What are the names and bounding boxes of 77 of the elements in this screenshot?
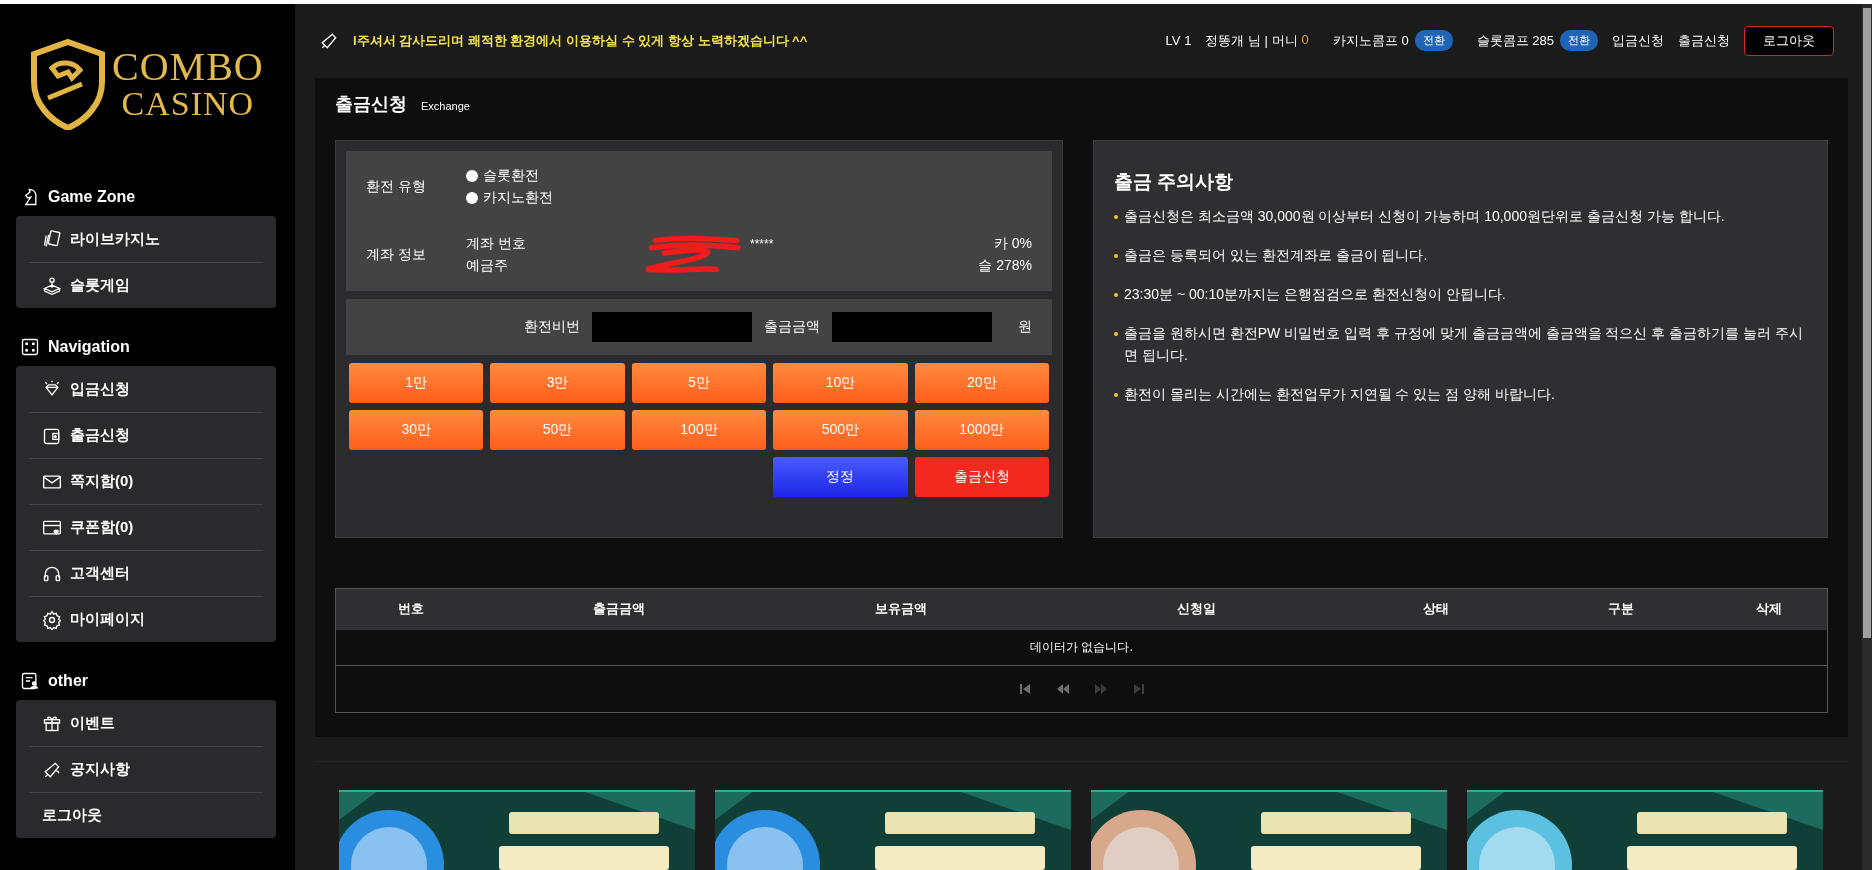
column-header: 삭제	[1755, 599, 1783, 618]
convert-button[interactable]: 전환	[1560, 30, 1598, 52]
radio-option[interactable]: 슬롯환전	[466, 166, 1032, 185]
bullet-icon	[1114, 331, 1118, 336]
field-label: 환전 유형	[366, 177, 427, 196]
bullet-icon	[1114, 253, 1118, 258]
scrollbar-thumb[interactable]	[1863, 8, 1871, 638]
account-number: *****	[646, 236, 979, 251]
notice-ticker: l주셔서 감사드리며 쾌적한 환경에서 이용하실 수 있게 항상 노력하겠습니다 ^^	[353, 31, 809, 50]
column-header: 번호	[397, 599, 425, 618]
joystick-icon	[42, 275, 62, 296]
logo-text: CASINO	[121, 87, 255, 121]
amount-field[interactable]	[832, 311, 992, 342]
dice-icon	[20, 337, 40, 357]
reset-button[interactable]: 정정	[773, 456, 908, 497]
notice-text: 출금을 원하시면 환전PW 비밀번호 입력 후 규정에 맞게 출금금액에 출금액을 적으신 후 출금하기를 눌러 주시면 됩니다.	[1124, 323, 1804, 365]
menu-item[interactable]: 슬롯게임	[29, 262, 263, 308]
empty-message: 데이터가 없습니다.	[1030, 638, 1133, 656]
field-label: 계좌 번호	[466, 234, 527, 253]
column-header: 상태	[1422, 599, 1450, 618]
column-header: 구분	[1607, 599, 1635, 618]
menu-item[interactable]: 쿠폰함(0)	[29, 504, 263, 550]
document-user-icon	[20, 671, 40, 691]
radio-button[interactable]	[466, 169, 478, 182]
menu-item[interactable]: 로그아웃	[29, 792, 263, 838]
field-label: 예금주	[466, 256, 509, 275]
menu-item[interactable]: 입금신청	[29, 366, 263, 412]
gift-icon	[42, 713, 62, 733]
settings-icon	[42, 609, 62, 630]
money-balance: 0	[1301, 31, 1309, 49]
currency-unit: 원	[1018, 317, 1032, 336]
menu-item[interactable]: 고객센터	[29, 550, 263, 596]
logo[interactable]: COMBO CASINO	[16, 24, 275, 144]
section-title: Navigation	[48, 338, 130, 356]
page-subtitle: Exchange	[421, 99, 470, 112]
bullet-icon	[1114, 292, 1118, 297]
column-header: 신청일	[1175, 599, 1217, 618]
section-title: other	[48, 672, 88, 690]
first-page-icon[interactable]	[1018, 682, 1031, 695]
notice-text: 출금은 등록되어 있는 환전계좌로 출금이 됩니다.	[1124, 245, 1428, 265]
menu-item[interactable]: 마이페이지	[29, 596, 263, 642]
user-name: 정똥개 님 | 머니	[1205, 31, 1298, 50]
field-label: 출금금액	[764, 317, 820, 336]
column-header: 보유금액	[874, 599, 928, 618]
logo-text: COMBO	[112, 47, 264, 87]
page-title: 출금신청	[335, 92, 407, 116]
logout-button[interactable]: 로그아웃	[1744, 25, 1834, 56]
shield-icon	[28, 38, 108, 130]
previous-page-icon[interactable]	[1056, 682, 1069, 695]
menu-item[interactable]: 공지사항	[29, 746, 263, 792]
notice-text: 출금신청은 최소금액 30,000원 이상부터 신청이 가능하며 10,000원단위로 출금신청 가능 합니다.	[1124, 206, 1725, 226]
comp-points: 슬롯콤프 285	[1476, 31, 1554, 50]
cards-icon	[42, 229, 62, 249]
bullet-icon	[1114, 392, 1118, 397]
bullet-icon	[1114, 214, 1118, 219]
field-label: 계좌 정보	[366, 245, 427, 264]
submit-button[interactable]: 출금신청	[914, 456, 1049, 497]
notice-title: 출금 주의사항	[1114, 169, 1235, 194]
header-link[interactable]: 출금신청	[1678, 31, 1730, 50]
notice-text: 23:30분 ~ 00:10분까지는 은행점검으로 환전신청이 안됩니다.	[1124, 284, 1506, 304]
section-title: Game Zone	[48, 188, 136, 206]
menu-item[interactable]: 라이브카지노	[29, 216, 263, 262]
notice-text: 환전이 몰리는 시간에는 환전업무가 지연될 수 있는 점 양해 바랍니다.	[1124, 384, 1555, 404]
password-field[interactable]	[592, 311, 752, 342]
radio-option[interactable]: 카지노환전	[466, 188, 1032, 207]
convert-button[interactable]: 전환	[1414, 30, 1453, 52]
menu-item[interactable]: 이벤트	[29, 700, 263, 746]
radio-button[interactable]	[466, 191, 478, 204]
menu-item[interactable]: 출금신청	[29, 412, 263, 458]
user-level: LV 1	[1165, 33, 1192, 49]
menu-item[interactable]: 쪽지함(0)	[29, 458, 263, 504]
slot-rate: 슬 278%	[978, 256, 1032, 275]
comp-points: 카지노콤프 0	[1332, 31, 1409, 50]
field-label: 환전비번	[524, 317, 580, 336]
header-link[interactable]: 입금신청	[1612, 31, 1664, 50]
column-header: 출금금액	[591, 599, 646, 618]
casino-rate: 카 0%	[992, 234, 1032, 253]
